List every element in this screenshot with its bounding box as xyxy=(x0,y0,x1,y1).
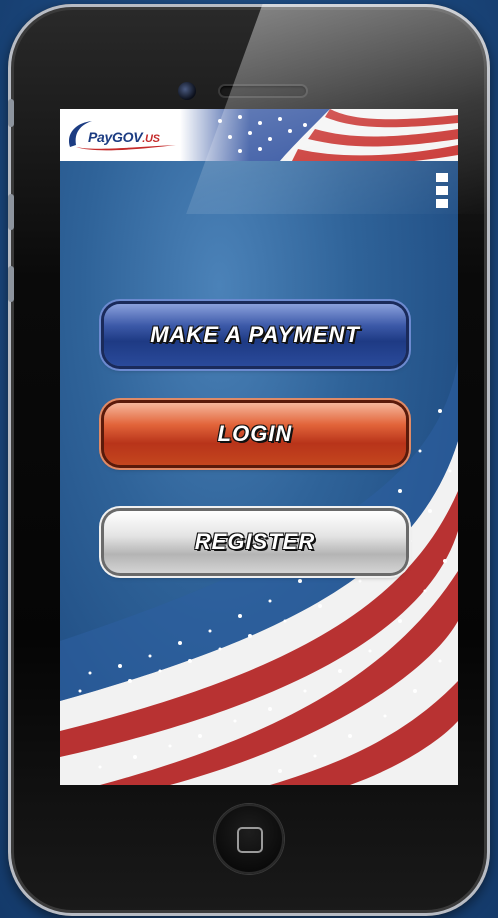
volume-up-button xyxy=(8,194,14,230)
make-payment-label: MAKE A PAYMENT xyxy=(150,322,360,347)
logo-text: PayGOV.US xyxy=(88,129,160,145)
paygov-logo: PayGOV.US xyxy=(64,117,184,153)
phone-frame: PayGOV.US MAKE A PAYMENT LOGIN REGISTER xyxy=(8,4,490,916)
app-screen: PayGOV.US MAKE A PAYMENT LOGIN REGISTER xyxy=(60,109,458,785)
flag-background-icon xyxy=(60,361,458,785)
earpiece-speaker xyxy=(220,86,306,96)
make-payment-button[interactable]: MAKE A PAYMENT xyxy=(104,304,406,366)
home-square-icon xyxy=(237,827,263,853)
home-button[interactable] xyxy=(214,804,284,874)
volume-down-button xyxy=(8,266,14,302)
login-button[interactable]: LOGIN xyxy=(104,403,406,465)
login-label: LOGIN xyxy=(217,421,293,446)
logo-name: PayGOV xyxy=(88,129,143,145)
overflow-menu-icon[interactable] xyxy=(436,173,448,211)
register-button[interactable]: REGISTER xyxy=(104,511,406,573)
header-flag-banner xyxy=(180,109,458,161)
mute-switch xyxy=(8,99,14,127)
logo-suffix: .US xyxy=(142,133,160,145)
register-label: REGISTER xyxy=(194,529,316,554)
front-camera xyxy=(178,82,196,100)
app-header: PayGOV.US xyxy=(60,109,458,161)
flag-banner-icon xyxy=(180,109,458,161)
main-content: MAKE A PAYMENT LOGIN REGISTER xyxy=(60,161,458,785)
